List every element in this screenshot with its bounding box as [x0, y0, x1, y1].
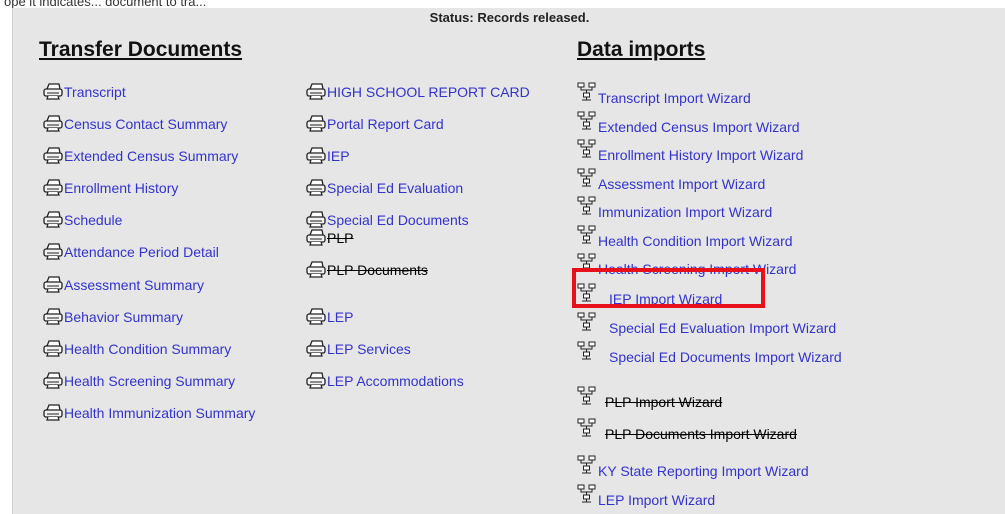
transfer-link-attendance-period-detail[interactable]: Attendance Period Detail: [43, 243, 219, 260]
printer-icon: [43, 179, 63, 196]
printer-icon: [306, 147, 326, 164]
printer-icon: [43, 83, 63, 100]
transfer-link-lep-services[interactable]: LEP Services: [306, 340, 411, 357]
transfer-records-panel: Status: Records released. Transfer Docum…: [12, 8, 1005, 514]
printer-icon: [43, 243, 63, 260]
import-link-immunization[interactable]: Immunization Import Wizard: [577, 196, 772, 220]
network-tree-icon: [577, 82, 597, 106]
transfer-link-portal-report-card[interactable]: Portal Report Card: [306, 115, 444, 132]
import-link-extended-census[interactable]: Extended Census Import Wizard: [577, 111, 800, 135]
transfer-link-plp-documents-disabled: PLP Documents: [306, 261, 428, 278]
printer-icon: [43, 404, 63, 421]
transfer-link-behavior-summary[interactable]: Behavior Summary: [43, 308, 183, 325]
printer-icon: [43, 147, 63, 164]
printer-icon: [306, 115, 326, 132]
printer-icon: [306, 308, 326, 325]
printer-icon: [43, 308, 63, 325]
import-link-transcript[interactable]: Transcript Import Wizard: [577, 82, 751, 106]
network-tree-icon: [577, 455, 597, 479]
status-message: Status: Records released.: [429, 10, 590, 25]
printer-icon: [306, 340, 326, 357]
printer-icon: [43, 276, 63, 293]
transfer-link-transcript[interactable]: Transcript: [43, 83, 126, 100]
printer-icon: [306, 83, 326, 100]
printer-icon: [306, 211, 326, 228]
import-link-enrollment-history[interactable]: Enrollment History Import Wizard: [577, 139, 803, 163]
network-tree-icon: [577, 418, 597, 442]
network-tree-icon: [577, 312, 597, 336]
import-link-health-condition[interactable]: Health Condition Import Wizard: [577, 225, 793, 249]
import-link-special-ed-evaluation[interactable]: Special Ed Evaluation Import Wizard: [577, 312, 836, 336]
import-link-lep[interactable]: LEP Import Wizard: [577, 484, 715, 508]
transfer-link-lep-accommodations[interactable]: LEP Accommodations: [306, 372, 464, 389]
transfer-link-high-school-report-card[interactable]: HIGH SCHOOL REPORT CARD: [306, 83, 530, 100]
transfer-link-enrollment-history[interactable]: Enrollment History: [43, 179, 178, 196]
transfer-link-health-condition-summary[interactable]: Health Condition Summary: [43, 340, 231, 357]
transfer-link-health-screening-summary[interactable]: Health Screening Summary: [43, 372, 235, 389]
import-link-special-ed-documents[interactable]: Special Ed Documents Import Wizard: [577, 341, 842, 365]
transfer-link-census-contact-summary[interactable]: Census Contact Summary: [43, 115, 227, 132]
transfer-documents-heading: Transfer Documents: [39, 38, 243, 61]
transfer-link-assessment-summary[interactable]: Assessment Summary: [43, 276, 204, 293]
printer-icon: [43, 211, 63, 228]
import-link-assessment[interactable]: Assessment Import Wizard: [577, 168, 765, 192]
printer-icon: [43, 372, 63, 389]
network-tree-icon: [577, 139, 597, 163]
data-imports-heading: Data imports: [577, 38, 706, 61]
transfer-link-schedule[interactable]: Schedule: [43, 211, 122, 228]
printer-icon: [43, 340, 63, 357]
transfer-link-special-ed-evaluation[interactable]: Special Ed Evaluation: [306, 179, 463, 196]
printer-icon: [43, 115, 63, 132]
network-tree-icon: [577, 386, 597, 410]
import-link-ky-state-reporting[interactable]: KY State Reporting Import Wizard: [577, 455, 809, 479]
transfer-link-plp-disabled: PLP: [306, 229, 353, 246]
transfer-link-special-ed-documents[interactable]: Special Ed Documents: [306, 211, 469, 228]
transfer-link-lep[interactable]: LEP: [306, 308, 353, 325]
network-tree-icon: [577, 341, 597, 365]
transfer-link-health-immunization-summary[interactable]: Health Immunization Summary: [43, 404, 255, 421]
network-tree-icon: [577, 168, 597, 192]
transfer-link-iep[interactable]: IEP: [306, 147, 350, 164]
highlight-box: [572, 268, 765, 308]
network-tree-icon: [577, 484, 597, 508]
import-link-plp-disabled: PLP Import Wizard: [577, 386, 722, 410]
network-tree-icon: [577, 196, 597, 220]
printer-icon: [306, 229, 326, 246]
network-tree-icon: [577, 111, 597, 135]
printer-icon: [306, 372, 326, 389]
printer-icon: [306, 179, 326, 196]
network-tree-icon: [577, 225, 597, 249]
transfer-link-extended-census-summary[interactable]: Extended Census Summary: [43, 147, 238, 164]
import-link-plp-documents-disabled: PLP Documents Import Wizard: [577, 418, 797, 442]
printer-icon: [306, 261, 326, 278]
